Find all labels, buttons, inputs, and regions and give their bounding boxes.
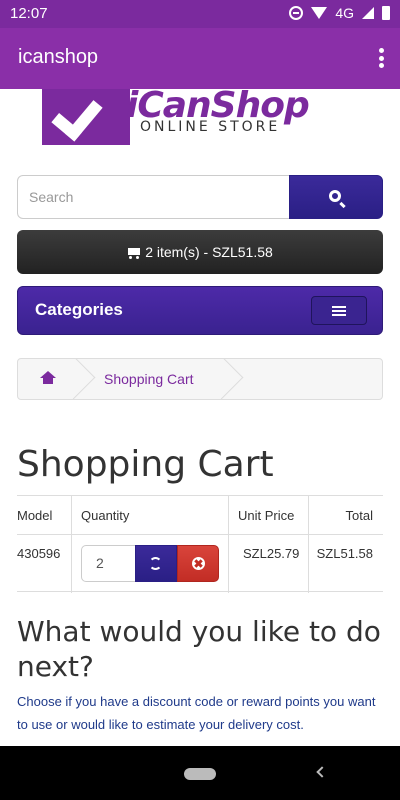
shopping-cart-icon — [127, 247, 141, 259]
quantity-input[interactable]: 2 — [81, 545, 137, 582]
status-icons: 4G — [289, 5, 390, 21]
status-bar: 12:07 4G — [0, 0, 400, 28]
system-nav-bar — [0, 746, 400, 800]
logo-box — [42, 88, 130, 145]
breadcrumb: Shopping Cart — [17, 358, 383, 400]
search-icon — [329, 190, 341, 202]
store-logo[interactable]: iCanShop ONLINE STORE — [40, 85, 360, 147]
categories-label: Categories — [35, 300, 123, 319]
cart-button[interactable]: 2 item(s) - SZL51.58 — [17, 230, 383, 274]
column-divider — [308, 496, 309, 593]
breadcrumb-separator — [70, 359, 100, 399]
hamburger-icon — [332, 306, 346, 316]
status-time: 12:07 — [10, 5, 48, 22]
breadcrumb-item-shopping-cart[interactable]: Shopping Cart — [104, 371, 194, 387]
breadcrumb-separator — [218, 359, 248, 399]
search-bar: Search — [17, 175, 383, 219]
cart-table: Model Quantity Unit Price Total 430596 2… — [17, 495, 383, 593]
app-bar: icanshop — [0, 28, 400, 89]
header-divider — [17, 534, 383, 535]
wifi-icon — [311, 7, 328, 19]
column-divider — [71, 496, 72, 593]
next-section-description: Choose if you have a discount code or re… — [17, 694, 376, 732]
cart-summary: 2 item(s) - SZL51.58 — [145, 244, 273, 260]
cell-model: 430596 — [17, 546, 61, 561]
header-total: Total — [345, 508, 373, 523]
search-button[interactable] — [289, 175, 383, 219]
column-divider — [228, 496, 229, 593]
header-unit-price: Unit Price — [238, 508, 295, 523]
categories-toggle-button[interactable] — [311, 296, 367, 325]
remove-icon — [192, 557, 205, 570]
next-section-heading: What would you like to do next? — [17, 615, 381, 683]
update-quantity-button[interactable] — [135, 545, 177, 582]
do-not-disturb-icon — [289, 6, 304, 20]
page-title: Shopping Cart — [17, 444, 274, 485]
search-input[interactable]: Search — [17, 175, 290, 219]
more-options-icon[interactable] — [378, 48, 384, 68]
app-title: icanshop — [18, 46, 99, 68]
battery-icon — [382, 6, 390, 20]
back-icon[interactable] — [316, 766, 328, 778]
logo-tagline: ONLINE STORE — [140, 119, 281, 135]
network-type: 4G — [335, 5, 354, 21]
cell-total: SZL51.58 — [316, 546, 373, 561]
header-quantity: Quantity — [81, 508, 130, 523]
cell-unit-price: SZL25.79 — [243, 546, 300, 561]
refresh-icon — [149, 557, 162, 570]
checkmark-icon — [51, 88, 103, 142]
header-model: Model — [17, 508, 53, 523]
remove-item-button[interactable] — [177, 545, 219, 582]
categories-menu[interactable]: Categories — [17, 286, 383, 335]
home-gesture-handle[interactable] — [184, 768, 216, 780]
signal-icon — [362, 7, 374, 19]
